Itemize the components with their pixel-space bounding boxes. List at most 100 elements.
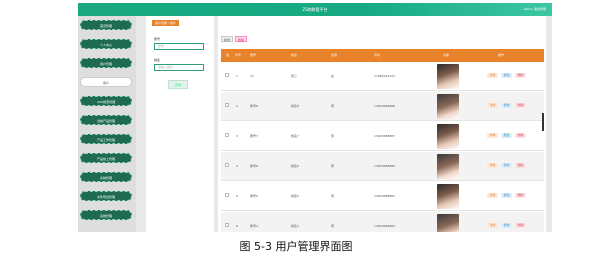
row-delete-button[interactable]: 删除	[515, 223, 526, 228]
cell-name: 姓名5	[291, 194, 299, 198]
breadcrumb-tab[interactable]: 用户管理 / 用户	[152, 20, 179, 26]
cell-gender: 男	[331, 224, 335, 228]
cell-phone: 13823888887	[374, 134, 395, 138]
table-row[interactable]: 2 账号8 姓名8 男 13823888888 详情 修改 删除	[221, 92, 544, 121]
sidebar-item[interactable]: 个人中心	[80, 39, 132, 49]
detail-button[interactable]: 详情	[487, 193, 498, 198]
user-menu[interactable]: admin 退出登录	[524, 7, 546, 11]
edit-button[interactable]: 修改	[501, 193, 512, 198]
figure-caption: 图 5-3 用户管理界面图	[239, 240, 353, 253]
cell-phone: 13823888886	[374, 164, 395, 168]
cell-phone: 13823888885	[374, 194, 395, 198]
cell-account: 11	[250, 74, 254, 78]
name-label: 姓名	[154, 58, 161, 62]
header-check: 选	[226, 53, 230, 57]
table-row[interactable]: 5 账号5 姓名5 男 13823888885 详情 修改 删除	[221, 182, 544, 211]
cell-account: 账号8	[250, 104, 258, 108]
cell-phone: 17682222222	[374, 74, 395, 78]
avatar	[437, 214, 459, 232]
row-checkbox[interactable]	[225, 133, 229, 137]
header-ops: 操作	[498, 53, 505, 57]
header-phone: 手机	[374, 53, 381, 57]
cell-gender: 男	[331, 164, 335, 168]
edit-button[interactable]: 修改	[501, 163, 512, 168]
sidebar-item[interactable]: 首页管理	[80, 20, 132, 30]
app-window: ZS物联管平台 admin 退出登录 首页管理个人中心用户管理用户 ASO搜索管理…	[78, 3, 552, 232]
cell-gender: 男	[331, 104, 335, 108]
query-button[interactable]: 查询	[168, 80, 188, 89]
avatar	[437, 184, 459, 209]
sidebar-item[interactable]: ASO搜索管理	[80, 96, 132, 106]
sidebar-item[interactable]: 文件导出管理	[80, 191, 132, 201]
sidebar-item[interactable]: 产品线上管理	[80, 153, 132, 163]
sidebar-item[interactable]: 产品工作管理	[80, 134, 132, 144]
cell-name: 张三	[291, 74, 298, 78]
detail-button[interactable]: 详情	[487, 163, 498, 168]
header-avatar: 头像	[443, 53, 450, 57]
cell-gender: 女	[331, 74, 335, 78]
row-delete-button[interactable]: 删除	[515, 193, 526, 198]
cell-account: 账号5	[250, 194, 258, 198]
row-delete-button[interactable]: 删除	[515, 103, 526, 108]
edit-button[interactable]: 修改	[501, 73, 512, 78]
cell-index: 4	[236, 164, 238, 168]
filter-panel: 用户管理 / 用户 账号 账号 姓名 请输入姓名 查询	[146, 16, 214, 232]
account-label: 账号	[154, 37, 161, 41]
detail-button[interactable]: 详情	[487, 223, 498, 228]
delete-button[interactable]: 删除	[235, 36, 247, 42]
cell-phone: 13823888884	[374, 224, 395, 228]
scrollbar[interactable]	[542, 113, 544, 131]
avatar	[437, 154, 459, 179]
table-row[interactable]: 4 账号6 姓名6 男 13823888886 详情 修改 删除	[221, 152, 544, 181]
row-checkbox[interactable]	[225, 223, 229, 227]
sidebar: 首页管理个人中心用户管理用户 ASO搜索管理 当前产品管理 产品工作管理 产品线上管理系…	[78, 16, 136, 232]
table-row[interactable]: 3 账号7 姓名7 男 13823888887 详情 修改 删除	[221, 122, 544, 151]
row-delete-button[interactable]: 删除	[515, 73, 526, 78]
cell-index: 2	[236, 104, 238, 108]
detail-button[interactable]: 详情	[487, 103, 498, 108]
app-title: ZS物联管平台	[302, 7, 328, 12]
cell-account: 账号6	[250, 164, 258, 168]
cell-account: 账号7	[250, 134, 258, 138]
table-area: 新增 删除 选 序号 账号 姓名 性别 手机 头像 操作 1 11 张三女 17682…	[218, 16, 546, 232]
row-delete-button[interactable]: 删除	[515, 133, 526, 138]
detail-button[interactable]: 详情	[487, 133, 498, 138]
edit-button[interactable]: 修改	[501, 103, 512, 108]
sidebar-item[interactable]: 系统管理	[80, 210, 132, 220]
header-index: 序号	[235, 53, 242, 57]
cell-index: 1	[236, 74, 238, 78]
avatar	[437, 124, 459, 149]
avatar	[437, 64, 459, 89]
name-input[interactable]: 请输入姓名	[154, 64, 204, 71]
table-row[interactable]: 6 账号4 姓名4 男 13823888884 详情 修改 删除	[221, 212, 544, 232]
row-checkbox[interactable]	[225, 163, 229, 167]
detail-button[interactable]: 详情	[487, 73, 498, 78]
avatar	[437, 94, 459, 119]
cell-index: 6	[236, 224, 238, 228]
cell-name: 姓名6	[291, 164, 299, 168]
edit-button[interactable]: 修改	[501, 223, 512, 228]
cell-name: 姓名4	[291, 224, 299, 228]
row-checkbox[interactable]	[225, 73, 229, 77]
sidebar-item[interactable]: 用户管理	[80, 58, 132, 68]
header-name: 姓名	[291, 53, 298, 57]
sidebar-item[interactable]: 系统管理	[80, 172, 132, 182]
account-input[interactable]: 账号	[154, 43, 204, 50]
sidebar-item[interactable]: 当前产品管理	[80, 115, 132, 125]
row-checkbox[interactable]	[225, 103, 229, 107]
header-gender: 性别	[331, 53, 338, 57]
cell-gender: 男	[331, 194, 335, 198]
top-bar: ZS物联管平台 admin 退出登录	[78, 3, 552, 16]
cell-phone: 13823888888	[374, 104, 395, 108]
cell-account: 账号4	[250, 224, 258, 228]
cell-gender: 男	[331, 134, 335, 138]
edit-button[interactable]: 修改	[501, 133, 512, 138]
table-header: 选 序号 账号 姓名 性别 手机 头像 操作	[221, 49, 544, 62]
row-delete-button[interactable]: 删除	[515, 163, 526, 168]
row-checkbox[interactable]	[225, 193, 229, 197]
add-button[interactable]: 新增	[221, 36, 233, 42]
sidebar-item[interactable]: 用户	[80, 77, 132, 87]
table-row[interactable]: 1 11 张三女 17682222222 详情 修改 删除	[221, 62, 544, 91]
cell-index: 3	[236, 134, 238, 138]
header-account: 账号	[250, 53, 257, 57]
